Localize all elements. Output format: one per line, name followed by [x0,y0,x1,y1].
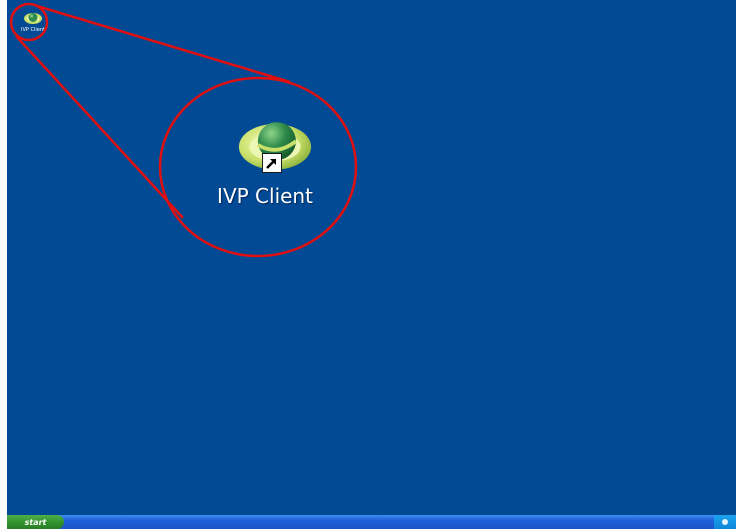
shortcut-arrow-icon [262,153,282,173]
ivp-client-shortcut-small[interactable]: IVP Client [19,10,47,38]
taskbar: start [7,515,736,529]
start-label: start [24,517,47,527]
ivp-client-label: IVP Client [217,184,313,208]
system-tray[interactable] [714,515,736,529]
desktop[interactable]: IVP Client IVP Client [7,0,736,515]
tray-icon[interactable] [722,519,728,525]
ivp-client-shortcut-zoomed[interactable]: IVP Client [195,112,335,208]
start-button[interactable]: start [7,515,64,529]
ivp-client-planet-icon [24,13,42,24]
ivp-client-icon-graphic [225,112,312,182]
ivp-client-small-label: IVP Client [21,27,45,33]
screen: IVP Client IVP Client start [0,0,738,529]
